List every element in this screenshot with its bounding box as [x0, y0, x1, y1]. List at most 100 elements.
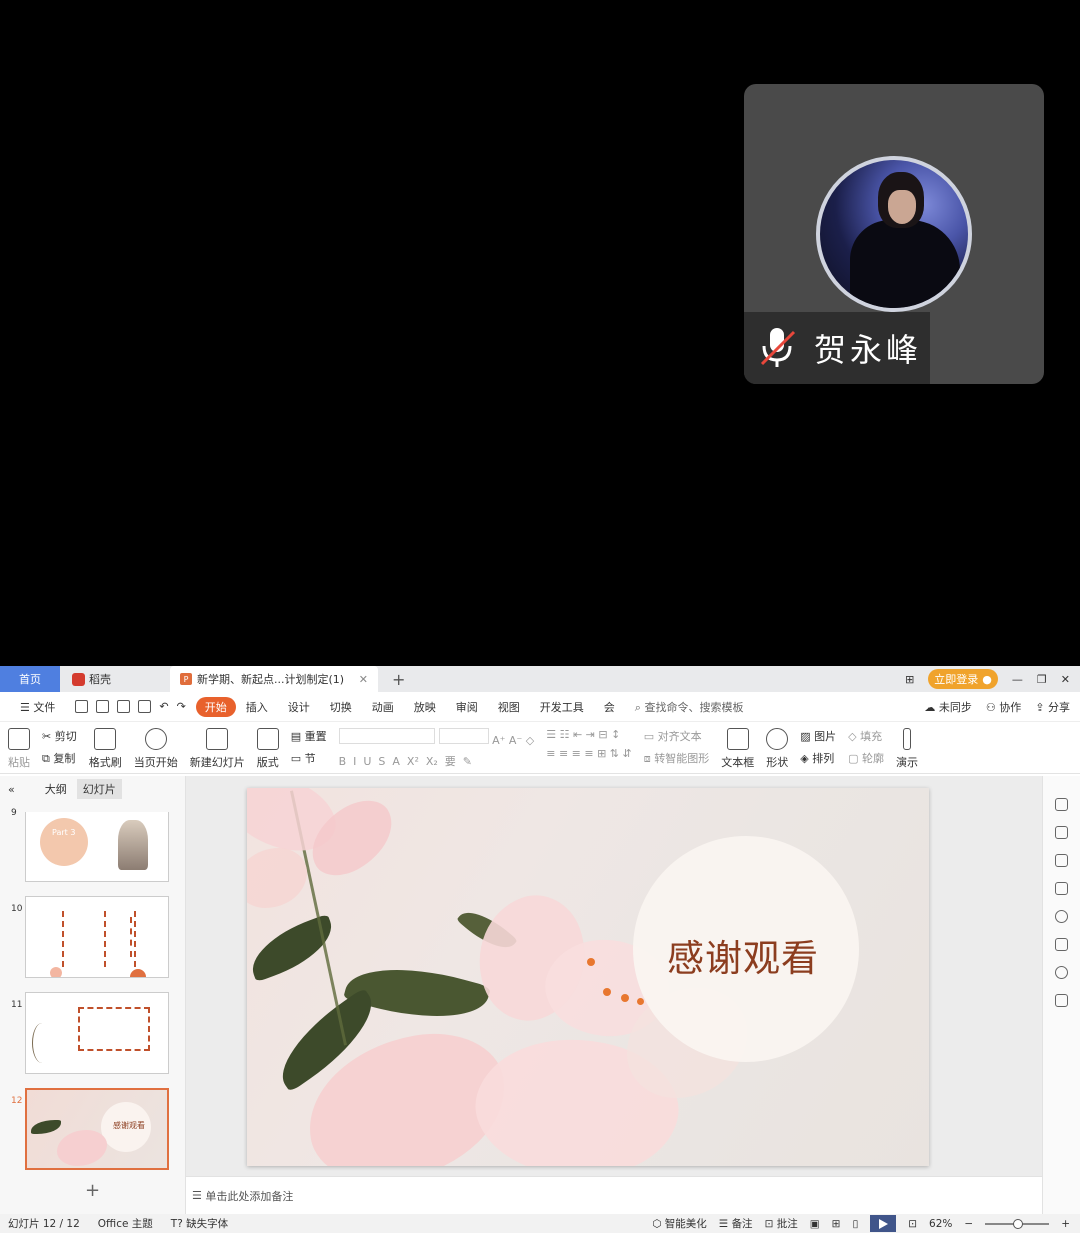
- menu-start[interactable]: 开始: [195, 696, 236, 717]
- menu-slideshow[interactable]: 放映: [404, 699, 446, 715]
- reset-button[interactable]: ▤ 重置: [291, 728, 327, 744]
- shape-button[interactable]: 形状: [766, 728, 789, 770]
- align-text-button[interactable]: ▭ 对齐文本: [644, 728, 710, 744]
- slide-thumb-9[interactable]: Part 3: [25, 812, 169, 882]
- ribbon-toolbar: 粘贴 ✂ 剪切 ⧉ 复制 格式刷 当页开始 新建幻灯片 版式 ▤ 重置 ▭ 节 …: [0, 722, 1080, 774]
- normal-view-icon[interactable]: ▣: [810, 1218, 820, 1230]
- zoom-out-button[interactable]: −: [964, 1218, 973, 1230]
- slide-title[interactable]: 感谢观看: [667, 928, 819, 982]
- theme-name[interactable]: Office 主题: [98, 1216, 153, 1231]
- copy-button[interactable]: ⧉ 复制: [42, 750, 77, 766]
- tab-slides[interactable]: 幻灯片: [76, 779, 122, 799]
- menu-animation[interactable]: 动画: [362, 699, 404, 715]
- close-tab-icon[interactable]: ✕: [359, 673, 368, 686]
- new-tab-button[interactable]: +: [392, 670, 405, 689]
- command-search[interactable]: ⌕ 查找命令、搜索模板: [635, 699, 744, 715]
- slide-switch-icon[interactable]: [1055, 882, 1068, 895]
- fit-icon[interactable]: ⊡: [908, 1218, 917, 1230]
- preview-icon[interactable]: [138, 700, 152, 713]
- location-icon[interactable]: [1055, 966, 1068, 979]
- sorter-view-icon[interactable]: ⊞: [832, 1218, 841, 1230]
- rocket-icon[interactable]: [1055, 798, 1068, 811]
- share-button[interactable]: ⇪ 分享: [1035, 699, 1070, 715]
- star-icon[interactable]: [1055, 854, 1068, 867]
- menu-more[interactable]: 会: [594, 699, 625, 715]
- paste-button[interactable]: 粘贴: [8, 728, 30, 770]
- menu-transition[interactable]: 切换: [320, 699, 362, 715]
- menu-view[interactable]: 视图: [488, 699, 530, 715]
- menu-design[interactable]: 设计: [278, 699, 320, 715]
- comments-toggle[interactable]: ⊡ 批注: [765, 1216, 798, 1231]
- tab-outline[interactable]: 大纲: [45, 781, 67, 797]
- slide-thumb-11[interactable]: [25, 992, 169, 1074]
- collab-button[interactable]: ⚇ 协作: [986, 699, 1021, 715]
- outline-button[interactable]: ▢ 轮廓: [848, 750, 884, 766]
- restore-icon[interactable]: ❐: [1037, 673, 1047, 686]
- tab-document[interactable]: P 新学期、新起点...计划制定(1) ✕: [170, 666, 378, 692]
- zoom-level[interactable]: 62%: [929, 1218, 952, 1230]
- textbox-icon: [726, 728, 749, 750]
- close-window-icon[interactable]: ✕: [1061, 673, 1070, 686]
- help-icon[interactable]: [1055, 910, 1068, 923]
- workspace: « 大纲 幻灯片 9 Part 3 10 11 12 感谢观看 + 感谢观看 ☰…: [0, 776, 1080, 1214]
- notes-toggle[interactable]: ☰ 备注: [719, 1216, 753, 1231]
- slide-thumb-12[interactable]: 感谢观看: [25, 1088, 169, 1170]
- slide-thumb-10[interactable]: [25, 896, 169, 978]
- slide-thumb-12-text: 感谢观看: [113, 1121, 145, 1130]
- user-avatar-icon: ●: [982, 672, 992, 686]
- font-size-select[interactable]: [438, 728, 489, 744]
- save-icon[interactable]: [75, 700, 89, 713]
- current-slide[interactable]: 感谢观看: [247, 788, 929, 1166]
- tab-daoke[interactable]: 稻壳: [60, 666, 168, 692]
- arrange-button[interactable]: ◈ 排列: [800, 750, 836, 766]
- align-buttons[interactable]: ≡ ≡ ≡ ≡ ⊞ ⇅ ⇵: [546, 747, 632, 760]
- textbox-button[interactable]: 文本框: [721, 728, 754, 770]
- minimize-icon[interactable]: —: [1012, 673, 1023, 686]
- from-current-button[interactable]: 当页开始: [134, 728, 178, 770]
- tab-home[interactable]: 首页: [0, 666, 60, 692]
- fill-button[interactable]: ◇ 填充: [848, 728, 884, 744]
- collapse-icon[interactable]: «: [8, 783, 15, 796]
- backup-icon[interactable]: [1055, 938, 1068, 951]
- reset-label: 重置: [304, 730, 327, 743]
- cut-button[interactable]: ✂ 剪切: [42, 728, 77, 744]
- smart-art-button[interactable]: ⧈ 转智能图形: [644, 750, 710, 766]
- section-button[interactable]: ▭ 节: [291, 750, 327, 766]
- sync-button[interactable]: ☁ 未同步: [924, 699, 972, 715]
- list-buttons[interactable]: ☰ ☷ ⇤ ⇥ ⊟ ↕: [546, 728, 632, 741]
- notes-bar[interactable]: ☰ 单击此处添加备注: [186, 1176, 1042, 1214]
- play-button[interactable]: [870, 1215, 897, 1232]
- menu-review[interactable]: 审阅: [446, 699, 488, 715]
- undo-icon[interactable]: ↶: [159, 700, 168, 713]
- present-button[interactable]: 演示: [896, 728, 918, 770]
- missing-font-button[interactable]: T? 缺失字体: [171, 1216, 228, 1231]
- redo-icon[interactable]: ↷: [177, 700, 186, 713]
- beautify-button[interactable]: ⬡ 智能美化: [652, 1216, 707, 1231]
- export-icon[interactable]: [96, 700, 110, 713]
- search-label: 查找命令、搜索模板: [644, 700, 744, 714]
- adjust-icon[interactable]: [1055, 826, 1068, 839]
- new-slide-button[interactable]: 新建幻灯片: [190, 728, 245, 770]
- slide-number: 12: [11, 1096, 23, 1106]
- menu-file[interactable]: ☰ 文件: [10, 699, 65, 715]
- notes-icon: ☰: [192, 1189, 202, 1202]
- library-icon[interactable]: [1055, 994, 1068, 1007]
- font-style-buttons[interactable]: B I U S A X² X₂ 要 ✎: [339, 753, 535, 769]
- login-button[interactable]: 立即登录 ●: [928, 669, 998, 689]
- format-painter-button[interactable]: 格式刷: [89, 728, 122, 770]
- print-icon[interactable]: [117, 700, 131, 713]
- participant-tile[interactable]: 贺永峰: [744, 84, 1044, 384]
- beautify-label: 智能美化: [664, 1218, 707, 1230]
- menu-insert[interactable]: 插入: [236, 699, 278, 715]
- zoom-in-button[interactable]: +: [1061, 1218, 1070, 1230]
- add-slide-button[interactable]: +: [85, 1180, 100, 1201]
- reading-view-icon[interactable]: ▯: [852, 1218, 858, 1230]
- grid-view-icon[interactable]: ⊞: [905, 673, 914, 686]
- present-label: 演示: [896, 756, 919, 769]
- zoom-slider[interactable]: [985, 1218, 1050, 1229]
- align-text-label: 对齐文本: [657, 730, 702, 743]
- font-family-select[interactable]: [338, 728, 435, 744]
- menu-developer[interactable]: 开发工具: [530, 699, 594, 715]
- picture-button[interactable]: ▨ 图片: [800, 728, 836, 744]
- layout-button[interactable]: 版式: [256, 728, 279, 770]
